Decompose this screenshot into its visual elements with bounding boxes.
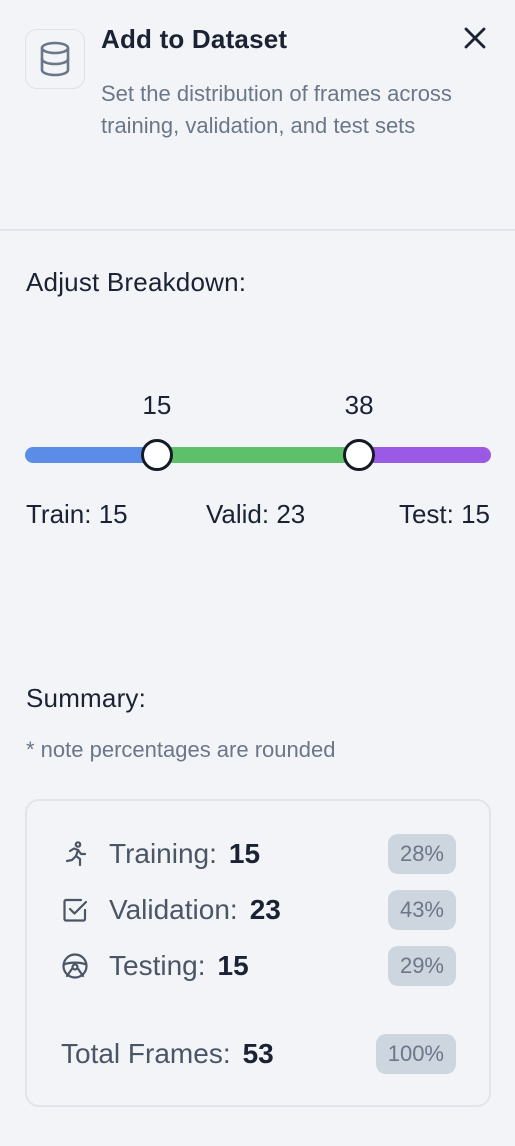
test-count-label: Test: 15 <box>398 499 490 529</box>
header-divider <box>0 229 515 231</box>
close-button[interactable] <box>459 22 491 54</box>
testing-percent-badge: 29% <box>387 946 456 986</box>
total-frames-count: 53 <box>242 1038 274 1069</box>
valid-count-label: Valid: 23 <box>206 499 306 529</box>
summary-row-training: Training: 15 28% <box>27 834 489 874</box>
steering-wheel-icon <box>62 953 88 979</box>
panel-header: Add to Dataset Set the distribution of f… <box>0 0 515 230</box>
page-title: Add to Dataset <box>101 24 288 54</box>
database-icon <box>25 29 85 89</box>
slider-handle-valid-test[interactable] <box>343 439 376 471</box>
summary-row-total: Total Frames: 53 100% <box>27 1034 489 1074</box>
validation-percent-badge: 43% <box>387 890 456 930</box>
summary-row-validation: Validation: 23 43% <box>27 890 489 930</box>
add-to-dataset-panel: Add to Dataset Set the distribution of f… <box>0 0 515 1146</box>
total-frames-label: Total Frames: <box>61 1038 231 1069</box>
testing-count: 15 <box>217 950 249 981</box>
close-icon <box>464 27 486 49</box>
total-percent-badge: 100% <box>375 1034 456 1074</box>
page-subtitle: Set the distribution of frames across tr… <box>101 81 452 138</box>
test-segment <box>359 447 491 463</box>
running-person-icon <box>65 841 87 867</box>
breakdown-slider[interactable]: 15 38 <box>0 380 515 480</box>
training-percent-badge: 28% <box>387 834 456 874</box>
validation-label: Validation: <box>109 894 238 925</box>
checkbox-icon <box>63 898 88 922</box>
rounding-note: * note percentages are rounded <box>26 737 336 762</box>
breakdown-title: Adjust Breakdown: <box>26 267 247 297</box>
summary-title: Summary: <box>26 683 147 713</box>
summary-card: Training: 15 28% Validation: 23 43% Testin… <box>25 799 491 1107</box>
handle-2-value: 38 <box>344 390 374 420</box>
handle-1-value: 15 <box>142 390 172 420</box>
testing-label: Testing: <box>109 950 206 981</box>
valid-segment <box>156 447 360 463</box>
train-segment <box>25 447 157 463</box>
slider-handle-train-valid[interactable] <box>140 439 173 471</box>
summary-row-testing: Testing: 15 29% <box>27 946 489 986</box>
training-count: 15 <box>228 838 261 869</box>
train-count-label: Train: 15 <box>26 499 128 529</box>
validation-count: 23 <box>249 894 281 925</box>
training-label: Training: <box>109 838 217 869</box>
